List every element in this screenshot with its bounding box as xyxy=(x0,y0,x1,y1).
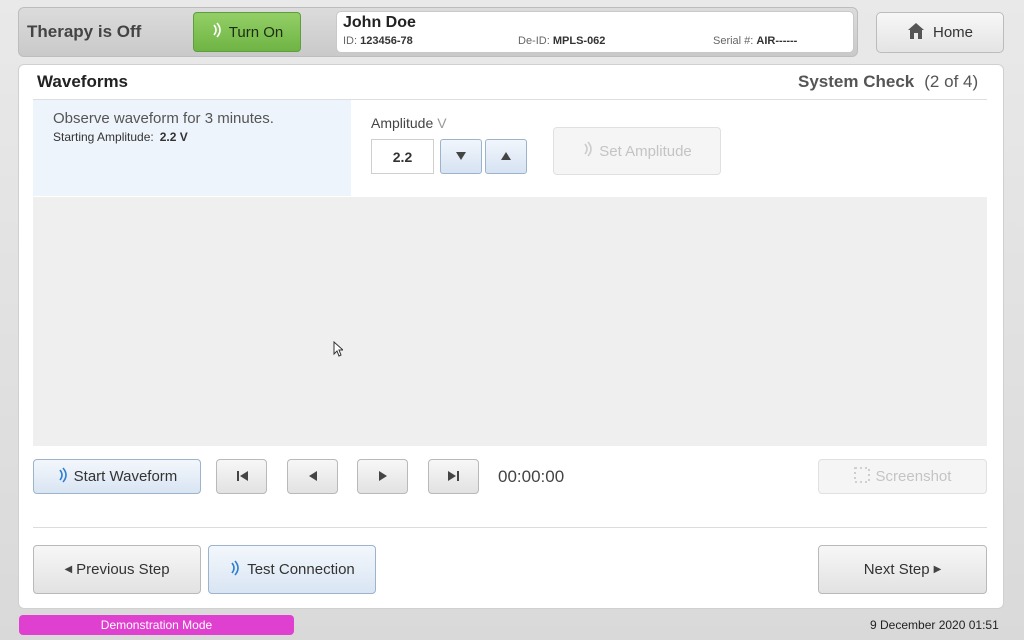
home-label: Home xyxy=(932,24,973,41)
turn-on-button[interactable]: Turn On xyxy=(193,12,301,52)
wireless-icon xyxy=(582,140,596,162)
set-amplitude-label: Set Amplitude xyxy=(599,142,692,160)
set-amplitude-button[interactable]: Set Amplitude xyxy=(553,127,721,175)
therapy-status: Therapy is Off xyxy=(27,22,142,41)
step-forward-icon: ▶ xyxy=(933,564,942,575)
page-title: Waveforms xyxy=(37,72,129,91)
step-back-button[interactable] xyxy=(287,459,338,494)
step-back-icon xyxy=(308,468,317,485)
wireless-icon xyxy=(211,21,225,43)
patient-name: John Doe xyxy=(343,14,416,31)
instruction-text: Observe waveform for 3 minutes. xyxy=(53,110,274,127)
home-icon xyxy=(907,22,925,44)
waveform-display xyxy=(33,197,987,446)
date-time: 9 December 2020 01:51 xyxy=(870,618,999,632)
start-waveform-label: Start Waveform xyxy=(73,468,178,485)
start-waveform-button[interactable]: Start Waveform xyxy=(33,459,201,494)
time-readout: 00:00:00 xyxy=(498,467,565,486)
screenshot-icon xyxy=(853,466,870,487)
cursor-icon xyxy=(333,340,345,362)
amplitude-increase-button[interactable] xyxy=(485,139,527,174)
patient-id: ID: 123456-78 xyxy=(343,35,413,47)
skip-first-icon xyxy=(236,468,248,485)
previous-step-button[interactable]: ◀ Previous Step xyxy=(33,545,201,594)
wireless-icon xyxy=(57,466,71,488)
previous-step-label: Previous Step xyxy=(76,561,170,578)
amplitude-label: Amplitude V xyxy=(371,115,447,131)
chevron-down-icon xyxy=(456,151,466,163)
skip-last-button[interactable] xyxy=(428,459,479,494)
step-forward-icon xyxy=(378,468,387,485)
screenshot-label: Screenshot xyxy=(875,468,952,485)
test-connection-button[interactable]: Test Connection xyxy=(208,545,376,594)
next-step-button[interactable]: Next Step ▶ xyxy=(818,545,987,594)
test-connection-label: Test Connection xyxy=(247,561,355,578)
starting-amplitude: Starting Amplitude: 2.2 V xyxy=(53,130,188,144)
amplitude-decrease-button[interactable] xyxy=(440,139,482,174)
next-step-label: Next Step xyxy=(863,561,930,578)
section-divider xyxy=(33,527,987,528)
wireless-icon xyxy=(229,559,243,581)
amplitude-value[interactable]: 2.2 xyxy=(371,139,434,174)
screenshot-button[interactable]: Screenshot xyxy=(818,459,987,494)
chevron-up-icon xyxy=(501,151,511,163)
demonstration-mode-badge: Demonstration Mode xyxy=(19,615,294,635)
step-forward-button[interactable] xyxy=(357,459,408,494)
skip-last-icon xyxy=(447,468,460,485)
skip-first-button[interactable] xyxy=(216,459,267,494)
home-button[interactable]: Home xyxy=(876,12,1004,53)
step-indicator: System Check (2 of 4) xyxy=(798,72,979,91)
patient-serial: Serial #: AIR------ xyxy=(713,35,798,47)
patient-deid: De-ID: MPLS-062 xyxy=(518,35,606,47)
turn-on-label: Turn On xyxy=(228,23,284,41)
step-back-icon: ◀ xyxy=(64,564,73,575)
